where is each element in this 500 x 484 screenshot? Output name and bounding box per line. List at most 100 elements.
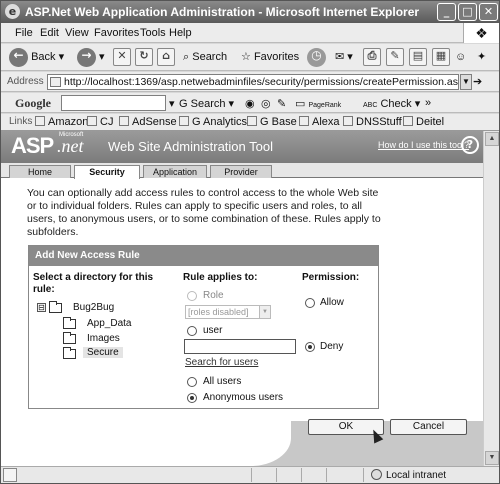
asp-logo: ASP [11,133,54,158]
link-alexa[interactable]: Alexa [299,116,340,128]
link-icon [247,116,257,126]
deny-label: Deny [320,341,344,352]
folder-icon [63,347,76,359]
link-icon [343,116,353,126]
search-users-link[interactable]: Search for users [185,357,258,368]
back-arrow-icon: ← [9,47,28,67]
close-button[interactable]: ✕ [479,3,498,21]
favorites-button[interactable]: ☆ Favorites [241,47,299,68]
research-button[interactable]: ▦ [432,47,450,68]
allow-label: Allow [320,297,344,308]
cancel-button[interactable]: Cancel [390,419,467,435]
scroll-down-icon[interactable]: ▼ [485,451,499,465]
status-divider [363,468,364,482]
link-icon [119,116,129,126]
google-dropdown-icon[interactable]: ▾ [169,97,175,110]
status-divider [276,468,277,482]
extension-button[interactable]: ✦ [477,47,486,68]
google-search-site-icon[interactable]: ◎ [261,97,271,110]
help-icon[interactable]: ? [461,136,479,154]
google-highlight-icon[interactable]: ✎ [277,97,286,110]
link-dnsstuff[interactable]: DNSStuff [343,116,402,128]
maximize-button[interactable]: □ [458,3,477,21]
user-radio[interactable] [187,326,197,336]
history-button[interactable]: ◷ [307,47,326,68]
menu-file[interactable]: File [15,27,33,39]
extension-icon: ✦ [477,51,487,63]
stop-button[interactable]: ✕ [113,47,131,68]
messenger-button[interactable]: ☺ [455,47,466,68]
link-icon [403,116,413,126]
anonymous-users-label: Anonymous users [203,392,284,403]
tab-security[interactable]: Security [74,165,140,179]
security-zone: Local intranet [371,469,446,481]
vertical-scrollbar[interactable]: ▲ ▼ [483,131,499,466]
back-button[interactable]: ← Back ▾ [9,47,64,68]
globe-icon [371,469,382,480]
menu-help[interactable]: Help [169,27,192,39]
edit-icon: ✎ [386,48,404,67]
tab-home[interactable]: Home [9,165,71,178]
minimize-button[interactable]: _ [437,3,456,21]
folder-icon [63,317,76,329]
link-cj[interactable]: CJ [87,116,113,128]
google-pagerank[interactable]: ▭ PageRank [295,97,341,110]
link-adsense[interactable]: AdSense [119,116,177,128]
deny-radio[interactable] [305,342,315,352]
menu-edit[interactable]: Edit [40,27,59,39]
link-g-analytics[interactable]: G Analytics [179,116,247,128]
tab-provider[interactable]: Provider [210,165,272,178]
home-button[interactable]: ⌂ [157,47,175,68]
link-icon [299,116,309,126]
menu-tools[interactable]: Tools [140,27,166,39]
link-amazon[interactable]: Amazon [35,116,88,128]
refresh-icon: ↻ [135,48,153,67]
tab-application[interactable]: Application [143,165,207,178]
spellcheck-icon: ABC [363,102,378,109]
user-name-input[interactable] [184,339,296,354]
tree-node-images[interactable]: Images [87,333,120,344]
intro-text: You can optionally add access rules to c… [27,187,381,238]
folder-icon [63,332,76,344]
refresh-button[interactable]: ↻ [135,47,153,68]
menu-favorites[interactable]: Favorites [94,27,139,39]
link-g-base[interactable]: G Base [247,116,297,128]
tree-node-secure[interactable]: Secure [83,347,123,358]
allow-radio[interactable] [305,298,315,308]
page-content: ASP Microsoft .net Web Site Administrati… [1,131,483,466]
forward-button[interactable]: → ▾ [77,47,105,68]
google-logo[interactable]: Google [15,96,51,111]
role-radio [187,291,197,301]
mail-button[interactable]: ✉ ▾ [335,47,353,68]
collapse-icon[interactable]: ⊟ [37,303,46,312]
edit-button[interactable]: ✎ [386,47,404,68]
address-url: http://localhost:1369/asp.netwebadminfil… [64,76,459,88]
all-users-radio[interactable] [187,377,197,387]
spell-check-button[interactable]: ABC Check ▾ [363,97,420,110]
tree-node-app-data[interactable]: App_Data [87,318,131,329]
anonymous-users-radio[interactable] [187,393,197,403]
discuss-button[interactable]: ▤ [409,47,427,68]
windows-logo-icon: ❖ [463,23,499,43]
google-search-button[interactable]: G Search ▾ [179,97,234,110]
window-title: ASP.Net Web Application Administration -… [25,5,420,19]
menu-view[interactable]: View [65,27,89,39]
help-link[interactable]: How do I use this tool? [378,140,469,150]
status-divider [326,468,327,482]
google-more-button[interactable]: » [425,97,431,109]
google-toolbar: Google ▾ G Search ▾ ◉ ◎ ✎ ▭ PageRank ABC… [1,93,499,113]
google-search-input[interactable] [61,95,166,111]
google-news-icon[interactable]: ◉ [245,97,255,110]
address-dropdown[interactable]: ▼ [460,74,472,90]
go-arrow-icon: ➔ [473,76,483,88]
tree-node-bug2bug[interactable]: Bug2Bug [73,302,114,313]
search-button[interactable]: ⌕ Search [183,47,227,68]
link-icon [179,116,189,126]
messenger-icon: ☺ [455,51,467,63]
tab-strip: Home Security Application Provider [1,163,483,179]
address-label: Address [7,76,44,87]
address-input[interactable]: http://localhost:1369/asp.netwebadminfil… [47,74,459,90]
print-button[interactable]: ⎙ [363,47,381,68]
scroll-up-icon[interactable]: ▲ [485,132,499,146]
link-deitel[interactable]: Deitel [403,116,444,128]
